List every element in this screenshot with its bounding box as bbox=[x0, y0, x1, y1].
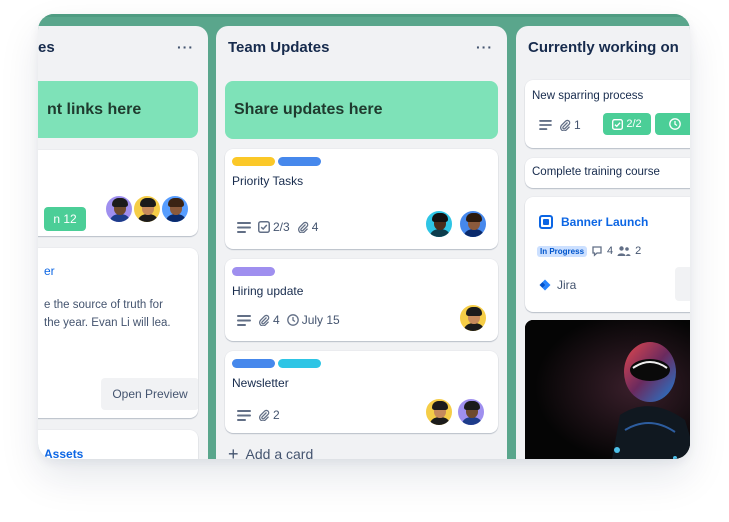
card-title: Hiring update bbox=[232, 284, 304, 298]
links-card-title: nt links here bbox=[47, 101, 142, 118]
share-updates-card[interactable]: Share updates here bbox=[225, 81, 498, 139]
cover-image bbox=[525, 320, 690, 459]
card-title: Priority Tasks bbox=[232, 174, 304, 188]
jira-issue-icon bbox=[539, 215, 553, 229]
assets-link[interactable]: Assets bbox=[44, 447, 83, 459]
card-description-line: e the source of truth for bbox=[44, 299, 163, 311]
avatar[interactable] bbox=[160, 194, 190, 224]
checklist-count: 2/2 bbox=[626, 118, 642, 130]
list-column-currently-working: Currently working on New sparring proces… bbox=[516, 26, 690, 459]
share-updates-title: Share updates here bbox=[234, 101, 383, 118]
list-card[interactable]: Assets bbox=[38, 430, 198, 459]
list-card[interactable]: n 12 bbox=[38, 150, 198, 236]
checklist-count: 2/3 bbox=[273, 220, 290, 234]
avatar[interactable] bbox=[132, 194, 162, 224]
label-yellow[interactable] bbox=[232, 157, 275, 166]
description-icon bbox=[237, 314, 251, 326]
list-header[interactable]: Team Updates ··· bbox=[216, 26, 507, 68]
list-title[interactable]: es bbox=[38, 39, 55, 56]
card-hiring-update[interactable]: Hiring update 4 July 15 bbox=[225, 259, 498, 341]
list-header[interactable]: Currently working on bbox=[516, 26, 690, 68]
open-preview-button[interactable]: Open Preview bbox=[101, 378, 198, 410]
card-title: Newsletter bbox=[232, 376, 289, 390]
list-column-team-updates: Team Updates ··· Share updates here Prio… bbox=[216, 26, 507, 459]
card-priority-tasks[interactable]: Priority Tasks 2/3 4 bbox=[225, 149, 498, 249]
members-icon bbox=[617, 246, 631, 256]
list-title[interactable]: Currently working on bbox=[528, 39, 679, 56]
attachment-count: 1 bbox=[574, 118, 581, 132]
avatar[interactable] bbox=[104, 194, 134, 224]
jira-icon bbox=[539, 279, 551, 291]
attachment-count: 2 bbox=[273, 408, 280, 422]
card-description-line: the year. Evan Li will lea. bbox=[44, 317, 171, 329]
card-title: Complete training course bbox=[532, 166, 660, 178]
board-top-edge bbox=[38, 14, 690, 17]
description-icon bbox=[539, 120, 552, 130]
list-card[interactable]: er e the source of truth for the year. E… bbox=[38, 248, 198, 418]
due-date-badge[interactable]: n 12 bbox=[44, 207, 86, 231]
clock-icon bbox=[286, 314, 299, 326]
paperclip-icon bbox=[258, 314, 270, 326]
list-column-1: es ··· nt links here n 12 er e the sourc… bbox=[38, 26, 208, 459]
clock-icon bbox=[669, 118, 681, 130]
plus-icon: + bbox=[228, 444, 239, 459]
comment-icon bbox=[592, 246, 602, 257]
description-icon bbox=[237, 409, 251, 421]
avatar[interactable] bbox=[458, 303, 488, 333]
links-card[interactable]: nt links here bbox=[38, 81, 198, 138]
card-complete-training[interactable]: Complete training course bbox=[525, 158, 690, 188]
attachment-count: 4 bbox=[311, 220, 319, 234]
checklist-icon bbox=[612, 118, 624, 130]
checklist-complete-badge[interactable]: 2/2 bbox=[603, 113, 651, 135]
paperclip-icon bbox=[559, 119, 571, 131]
cover-image-card[interactable] bbox=[525, 320, 690, 459]
card-badges: In Progress 4 2 bbox=[537, 245, 641, 257]
board-frame: es ··· nt links here n 12 er e the sourc… bbox=[38, 14, 690, 459]
due-date-text: n 12 bbox=[53, 212, 77, 226]
label-blue[interactable] bbox=[232, 359, 275, 368]
card-badges: 2/3 4 bbox=[237, 220, 318, 234]
card-title: New sparring process bbox=[532, 90, 644, 102]
due-date: July 15 bbox=[301, 313, 340, 327]
avatar[interactable] bbox=[424, 209, 454, 239]
add-card-label: Add a card bbox=[245, 446, 314, 459]
more-icon[interactable]: ··· bbox=[177, 39, 194, 55]
jira-label: Jira bbox=[557, 278, 577, 292]
add-card-button[interactable]: + Add a card bbox=[228, 444, 314, 459]
card-badges: 2 bbox=[237, 408, 280, 422]
due-date-badge[interactable] bbox=[655, 113, 690, 135]
member-count: 2 bbox=[635, 245, 642, 257]
card-side-button[interactable] bbox=[675, 267, 690, 301]
checklist-icon bbox=[258, 221, 270, 233]
list-header[interactable]: es ··· bbox=[38, 26, 208, 68]
card-newsletter[interactable]: Newsletter 2 bbox=[225, 351, 498, 433]
avatar[interactable] bbox=[458, 209, 488, 239]
paperclip-icon bbox=[258, 409, 270, 421]
attachment-count: 4 bbox=[273, 313, 280, 327]
card-title-link[interactable]: Banner Launch bbox=[561, 215, 648, 229]
card-banner-launch[interactable]: Banner Launch In Progress 4 2 Jira bbox=[525, 197, 690, 312]
description-icon bbox=[237, 221, 251, 233]
open-preview-label: Open Preview bbox=[112, 387, 188, 401]
paperclip-icon bbox=[297, 221, 309, 233]
label-cyan[interactable] bbox=[278, 359, 321, 368]
status-lozenge[interactable]: In Progress bbox=[537, 245, 588, 257]
comment-count: 4 bbox=[607, 245, 614, 257]
avatar[interactable] bbox=[424, 397, 454, 427]
avatar[interactable] bbox=[456, 397, 486, 427]
list-title[interactable]: Team Updates bbox=[228, 39, 329, 56]
card-new-sparring-process[interactable]: New sparring process 1 2/2 bbox=[525, 80, 690, 148]
label-purple[interactable] bbox=[232, 267, 275, 276]
card-badges: 1 bbox=[539, 118, 581, 132]
card-link[interactable]: er bbox=[44, 264, 55, 278]
more-icon[interactable]: ··· bbox=[476, 39, 493, 55]
label-blue[interactable] bbox=[278, 157, 321, 166]
jira-integration: Jira bbox=[539, 278, 576, 292]
card-badges: 4 July 15 bbox=[237, 313, 340, 327]
